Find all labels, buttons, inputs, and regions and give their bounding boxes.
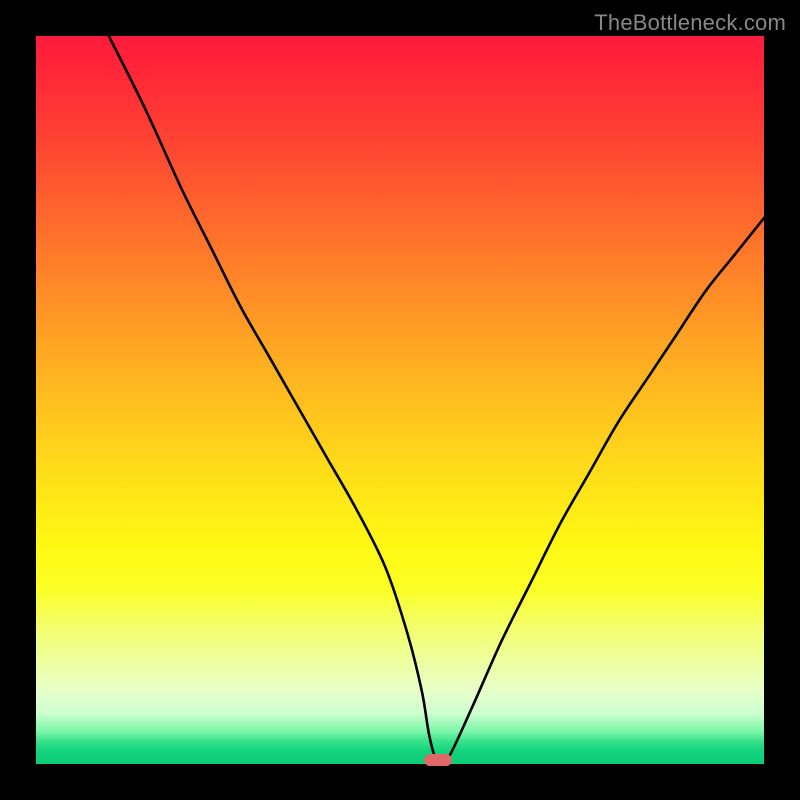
- plot-area: [36, 36, 764, 764]
- bottleneck-curve: [36, 36, 764, 764]
- watermark-text: TheBottleneck.com: [594, 10, 786, 36]
- chart-container: TheBottleneck.com: [0, 0, 800, 800]
- optimal-marker: [424, 754, 452, 766]
